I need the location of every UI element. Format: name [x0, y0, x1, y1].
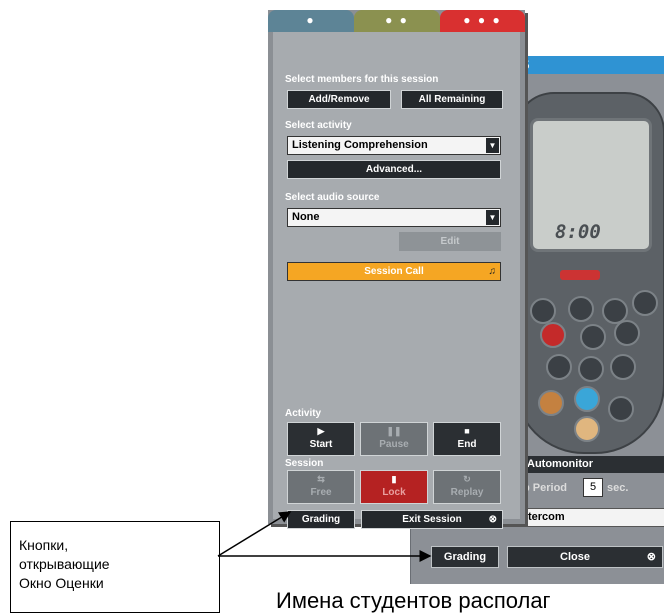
device-button: [530, 298, 556, 324]
audio-source-value: None: [292, 211, 320, 223]
grading-button[interactable]: Grading: [431, 546, 499, 568]
grading-button[interactable]: Grading: [287, 510, 355, 529]
lock-button[interactable]: ▮ Lock: [360, 470, 428, 504]
pause-icon: ❚❚: [386, 426, 402, 436]
period-unit: sec.: [607, 482, 629, 494]
all-remaining-button[interactable]: All Remaining: [401, 90, 503, 109]
activity-section-label: Activity: [285, 408, 322, 419]
tab-dots: ● ●: [385, 13, 409, 27]
activity-controls: ▶ Start ❚❚ Pause ■ End: [287, 422, 501, 456]
panel-body: Select members for this session Add/Remo…: [273, 32, 520, 529]
lock-label: Lock: [382, 487, 406, 498]
chevron-down-icon: ▼: [486, 210, 499, 225]
intercom-field[interactable]: tercom: [523, 508, 664, 527]
device-button: [574, 416, 600, 442]
caption-text: Имена студентов располаг: [276, 588, 551, 613]
close-icon: ⊗: [646, 551, 656, 563]
activity-label: Select activity: [285, 120, 352, 131]
lock-icon: ▮: [391, 474, 397, 484]
add-remove-button[interactable]: Add/Remove: [287, 90, 391, 109]
audio-source-label: Select audio source: [285, 192, 380, 203]
replay-icon: ↻: [463, 474, 471, 484]
callout-text: Кнопки, открывающие Окно Оценки: [19, 536, 110, 593]
audio-source-select[interactable]: None ▼: [287, 208, 501, 227]
session-controls: ⇆ Free ▮ Lock ↻ Replay: [287, 470, 501, 504]
device-button: [610, 354, 636, 380]
edit-button[interactable]: Edit: [399, 232, 501, 251]
session-call-label: Session Call: [364, 266, 424, 277]
device-button: [632, 290, 658, 316]
close-button-label: Close: [560, 551, 590, 563]
period-input[interactable]: 5: [583, 478, 603, 497]
panel-tabs: ● ● ● ● ● ●: [268, 10, 525, 32]
automonitor-field[interactable]: Automonitor: [523, 456, 664, 473]
tab-2[interactable]: ● ●: [354, 10, 440, 32]
activity-value: Listening Comprehension: [292, 139, 428, 151]
callout-line: Кнопки,: [19, 537, 69, 553]
device-button: [574, 386, 600, 412]
callout-box: Кнопки, открывающие Окно Оценки: [10, 521, 220, 613]
music-icon: ♫: [488, 266, 497, 277]
start-button[interactable]: ▶ Start: [287, 422, 355, 456]
callout-line: Окно Оценки: [19, 575, 104, 591]
device-button: [540, 322, 566, 348]
unlink-icon: ⇆: [317, 474, 325, 484]
callout-line: открывающие: [19, 556, 110, 572]
members-label: Select members for this session: [285, 74, 439, 85]
session-panel: ● ● ● ● ● ● Select members for this sess…: [268, 10, 525, 529]
pause-button[interactable]: ❚❚ Pause: [360, 422, 428, 456]
session-section-label: Session: [285, 458, 324, 469]
device-button: [546, 354, 572, 380]
tab-dots: ●: [306, 13, 316, 27]
period-label: p Period: [523, 482, 568, 494]
end-label: End: [457, 439, 477, 450]
free-label: Free: [310, 487, 332, 498]
free-button[interactable]: ⇆ Free: [287, 470, 355, 504]
stop-icon: ■: [464, 426, 470, 436]
lcd-display: 8:00: [530, 118, 652, 252]
tab-dots: ● ● ●: [463, 13, 502, 27]
device-button: [538, 390, 564, 416]
replay-label: Replay: [450, 487, 484, 498]
advanced-button[interactable]: Advanced...: [287, 160, 501, 179]
pause-label: Pause: [379, 439, 409, 450]
close-button[interactable]: Close ⊗: [507, 546, 663, 568]
session-call-button[interactable]: Session Call ♫: [287, 262, 501, 281]
device-button: [614, 320, 640, 346]
device-button: [568, 296, 594, 322]
device-button: [608, 396, 634, 422]
lcd-clock: 8:00: [555, 221, 601, 243]
start-label: Start: [309, 439, 333, 450]
remote-control-image: 8:00: [514, 92, 664, 454]
replay-button[interactable]: ↻ Replay: [433, 470, 501, 504]
exit-session-label: Exit Session: [402, 514, 462, 525]
brand-logo: [560, 270, 600, 280]
end-button[interactable]: ■ End: [433, 422, 501, 456]
exit-session-button[interactable]: Exit Session ⊗: [361, 510, 503, 529]
activity-select[interactable]: Listening Comprehension ▼: [287, 136, 501, 155]
device-button: [578, 356, 604, 382]
chevron-down-icon: ▼: [486, 138, 499, 153]
tab-1[interactable]: ●: [268, 10, 354, 32]
device-button: [580, 324, 606, 350]
tab-3[interactable]: ● ● ●: [440, 10, 525, 32]
close-icon: ⊗: [488, 514, 497, 525]
play-icon: ▶: [317, 426, 325, 436]
